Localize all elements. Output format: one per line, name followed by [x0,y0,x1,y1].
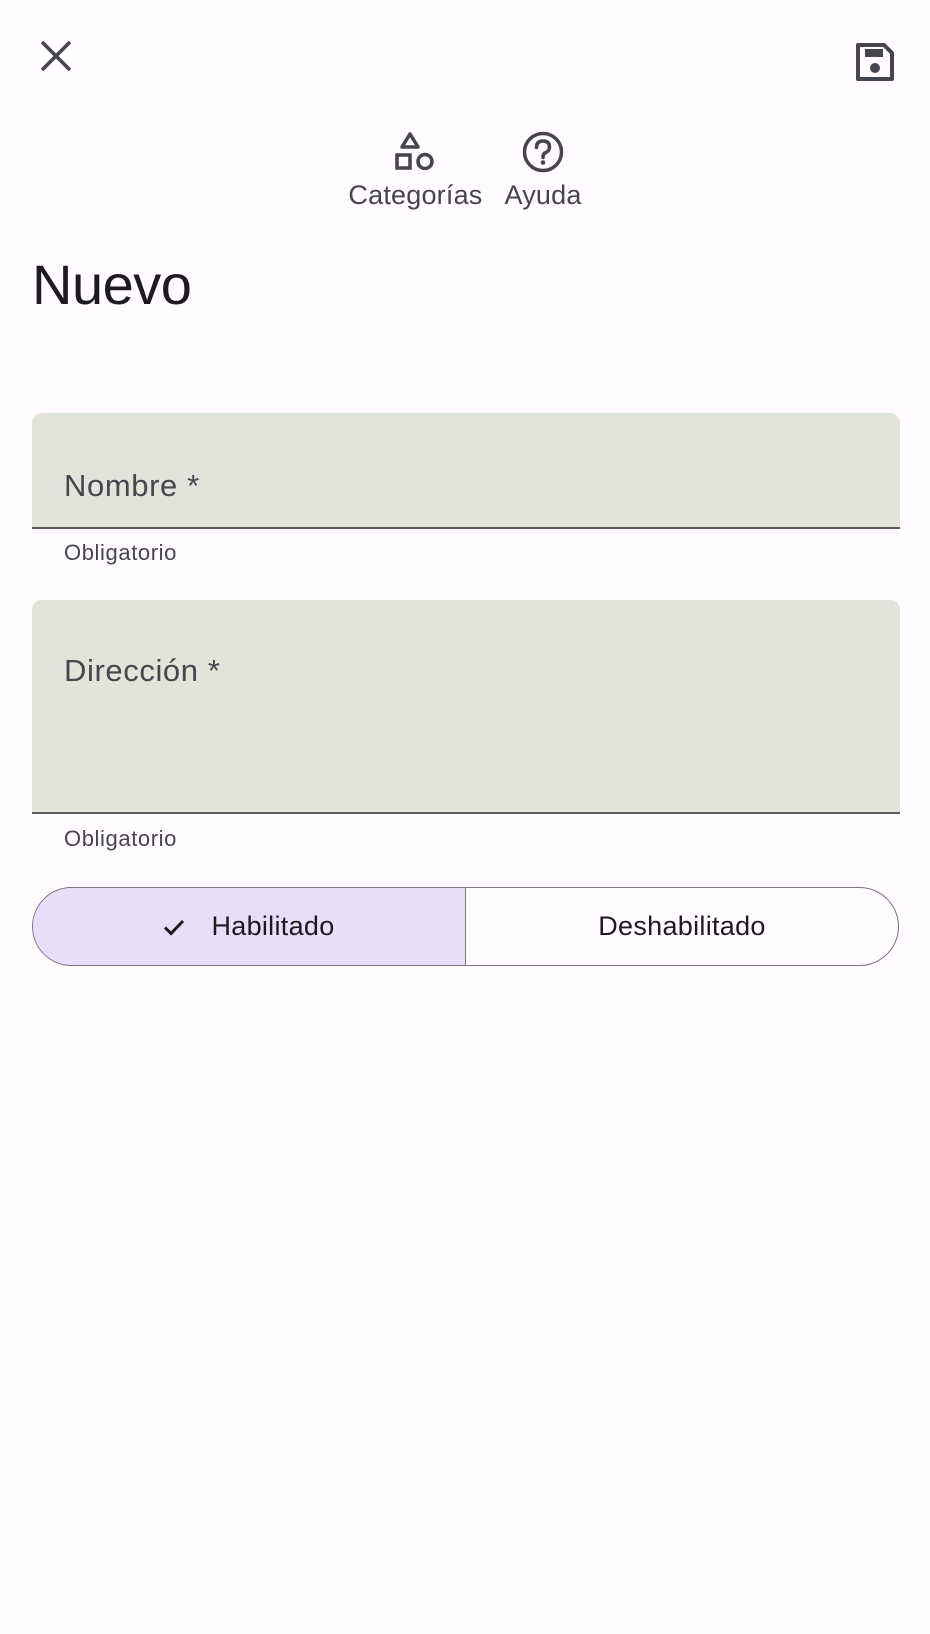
name-field[interactable]: Nombre * [32,413,900,529]
address-field-label: Dirección * [64,653,221,688]
help-button[interactable]: Ayuda [505,128,582,211]
segment-disabled[interactable]: Deshabilitado [465,888,898,965]
segment-enabled-label: Habilitado [211,911,335,941]
categories-icon [393,128,437,176]
segment-enabled[interactable]: Habilitado [33,888,465,965]
categories-button[interactable]: Categorías [348,128,482,211]
name-field-label: Nombre * [64,468,200,503]
help-icon [521,128,565,176]
address-field-helper: Obligatorio [64,826,177,851]
close-icon [39,39,73,78]
form-screen: Categorías Ayuda Nuevo Nombre * Obligato… [0,0,930,1634]
top-actions: Categorías Ayuda [0,128,930,211]
name-field-helper: Obligatorio [64,540,177,565]
check-icon [163,918,185,936]
categories-label: Categorías [348,180,483,210]
segment-disabled-label: Deshabilitado [598,911,766,941]
close-button[interactable] [24,26,88,90]
help-label: Ayuda [504,180,582,210]
page-title: Nuevo [32,253,192,316]
save-icon [856,42,894,86]
status-segmented-button: Habilitado Deshabilitado [32,887,899,966]
save-button[interactable] [843,32,907,96]
address-field[interactable]: Dirección * [32,600,900,814]
